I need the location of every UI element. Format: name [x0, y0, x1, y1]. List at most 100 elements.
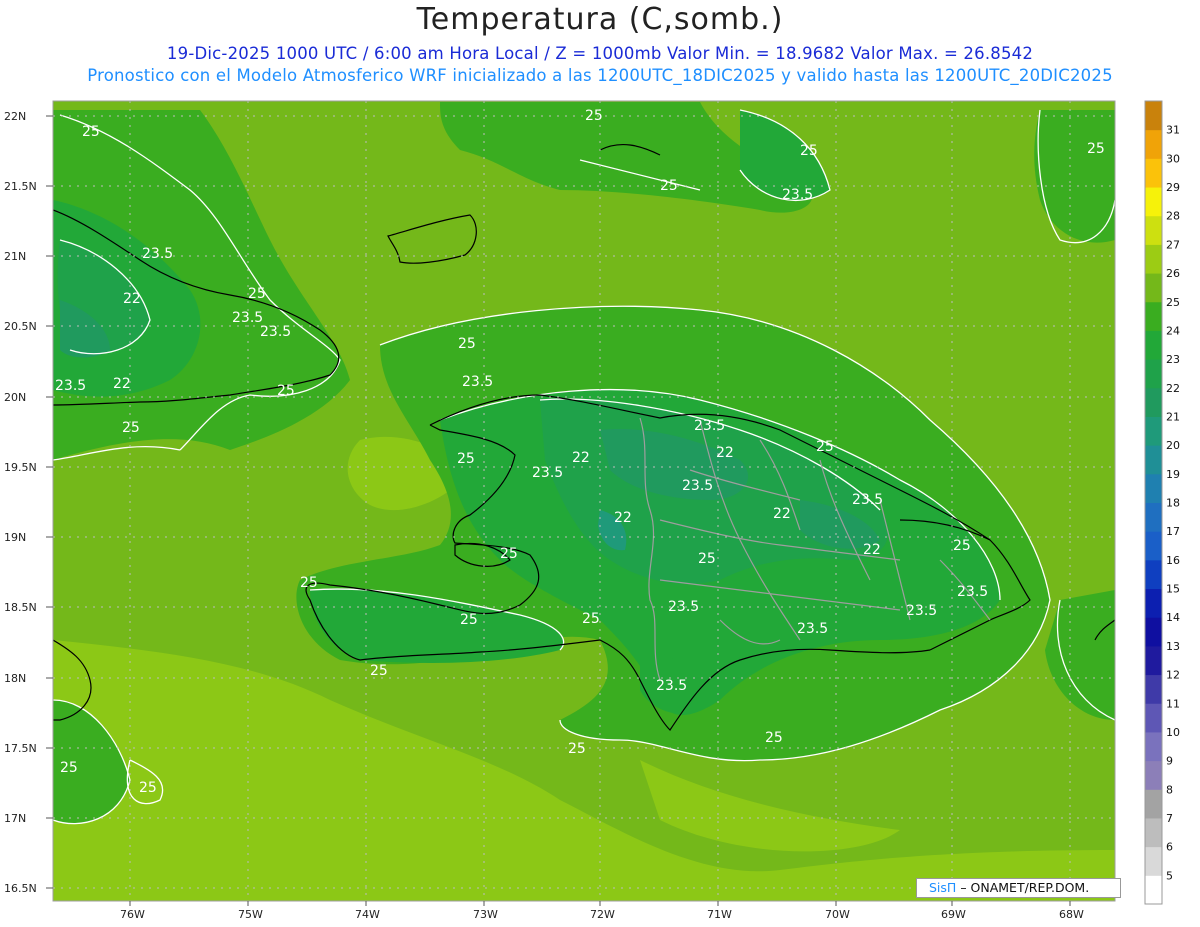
colorbar-label: 26	[1166, 267, 1180, 280]
contour-label: 22	[716, 445, 734, 461]
colorbar-swatch	[1145, 645, 1162, 676]
contour-label: 25	[457, 451, 475, 467]
colorbar-label: 19	[1166, 468, 1180, 481]
contour-label: 23.5	[142, 246, 173, 262]
colorbar-swatch	[1145, 445, 1162, 475]
lat-label: 20N	[4, 391, 26, 404]
colorbar-swatch	[1145, 215, 1162, 245]
colorbar-label: 27	[1166, 238, 1180, 251]
contour-label: 23.5	[532, 465, 563, 481]
contour-label: 22	[572, 450, 590, 466]
colorbar-label: 31	[1166, 124, 1180, 137]
colorbar-swatch	[1145, 129, 1162, 159]
lat-label: 18.5N	[4, 601, 37, 614]
contour-label: 25	[277, 383, 295, 399]
contour-label: 23.5	[260, 324, 291, 340]
colorbar-swatch	[1145, 330, 1162, 360]
contour-label: 23.5	[694, 418, 725, 434]
contour-label: 25	[582, 611, 600, 627]
colorbar-label: 13	[1166, 640, 1180, 653]
lat-label: 22N	[4, 110, 26, 123]
lon-label: 69W	[941, 908, 966, 921]
colorbar-label: 25	[1166, 296, 1180, 309]
contour-label: 23.5	[656, 678, 687, 694]
colorbar-label: 30	[1166, 152, 1180, 165]
colorbar-label: 6	[1166, 841, 1173, 854]
latitude-axis: 22N 21.5N 21N 20.5N 20N 19.5N 19N 18.5N …	[4, 110, 53, 895]
colorbar-label: 22	[1166, 382, 1180, 395]
colorbar: 5 6 7 8 9 10 11 12 13 14 15 16 17 18 19 20 21 22 23 24 25 26 2…	[1144, 100, 1180, 905]
colorbar-swatch	[1145, 301, 1162, 331]
colorbar-label: 10	[1166, 726, 1180, 739]
contour-label: 23.5	[797, 621, 828, 637]
contour-label: 23.5	[462, 374, 493, 390]
colorbar-swatch	[1145, 731, 1162, 762]
lat-label: 19.5N	[4, 461, 37, 474]
contour-label: 25	[139, 780, 157, 796]
lon-label: 76W	[120, 908, 145, 921]
colorbar-label: 14	[1166, 611, 1180, 624]
colorbar-label: 15	[1166, 583, 1180, 596]
contour-label: 25	[248, 286, 266, 302]
lat-label: 20.5N	[4, 320, 37, 333]
lat-label: 19N	[4, 531, 26, 544]
colorbar-label: 5	[1166, 869, 1173, 882]
lon-label: 72W	[590, 908, 615, 921]
colorbar-swatch	[1145, 502, 1162, 532]
contour-label: 22	[113, 376, 131, 392]
colorbar-label: 17	[1166, 525, 1180, 538]
colorbar-label: 7	[1166, 812, 1173, 825]
contour-label: 23.5	[852, 492, 883, 508]
colorbar-swatch	[1145, 187, 1162, 217]
contour-label: 25	[568, 741, 586, 757]
colorbar-swatch	[1145, 846, 1162, 876]
colorbar-swatch	[1145, 760, 1162, 790]
longitude-axis: 76W 75W 74W 73W 72W 71W 70W 69W 68W	[120, 901, 1084, 921]
colorbar-swatch	[1145, 703, 1162, 733]
lon-label: 73W	[473, 908, 498, 921]
temperature-map: 25 23.5 22 25 23.5 23.5 23.5 22 25 25 25…	[4, 100, 1180, 921]
lon-label: 70W	[825, 908, 850, 921]
colorbar-label: 23	[1166, 353, 1180, 366]
colorbar-label: 29	[1166, 181, 1180, 194]
colorbar-swatch	[1145, 674, 1162, 704]
sispi-logo: SisΠ	[929, 880, 957, 895]
contour-label: 25	[585, 108, 603, 124]
contour-label: 22	[773, 506, 791, 522]
colorbar-swatch	[1145, 387, 1162, 417]
colorbar-label: 20	[1166, 439, 1180, 452]
contour-label: 25	[1087, 141, 1105, 157]
contour-label: 25	[660, 178, 678, 194]
colorbar-swatch	[1145, 101, 1162, 131]
colorbar-label: 24	[1166, 324, 1180, 337]
lat-label: 16.5N	[4, 882, 37, 895]
colorbar-swatch	[1145, 789, 1162, 819]
colorbar-label: 9	[1166, 755, 1173, 768]
colorbar-label: 11	[1166, 697, 1180, 710]
contour-label: 22	[123, 291, 141, 307]
lat-label: 21N	[4, 250, 26, 263]
lon-label: 74W	[355, 908, 380, 921]
colorbar-swatch	[1145, 588, 1162, 618]
contour-label: 25	[816, 439, 834, 455]
lon-label: 75W	[238, 908, 263, 921]
colorbar-swatch	[1145, 531, 1162, 561]
lat-label: 18N	[4, 672, 26, 685]
colorbar-swatch	[1145, 416, 1162, 446]
contour-label: 23.5	[668, 599, 699, 615]
contour-label: 25	[460, 612, 478, 628]
colorbar-swatch	[1145, 359, 1162, 389]
credit-box: SisΠ – ONAMET/REP.DOM.	[916, 878, 1121, 898]
contour-label: 23.5	[55, 378, 86, 394]
colorbar-swatch	[1145, 559, 1162, 590]
credit-text: – ONAMET/REP.DOM.	[960, 880, 1090, 895]
contour-label: 23.5	[232, 310, 263, 326]
contour-label: 22	[863, 542, 881, 558]
lat-label: 17.5N	[4, 742, 37, 755]
contour-label: 25	[500, 546, 518, 562]
lat-label: 17N	[4, 812, 26, 825]
contour-label: 25	[300, 575, 318, 591]
contour-label: 22	[614, 510, 632, 526]
colorbar-label: 16	[1166, 554, 1180, 567]
contour-label: 23.5	[782, 187, 813, 203]
